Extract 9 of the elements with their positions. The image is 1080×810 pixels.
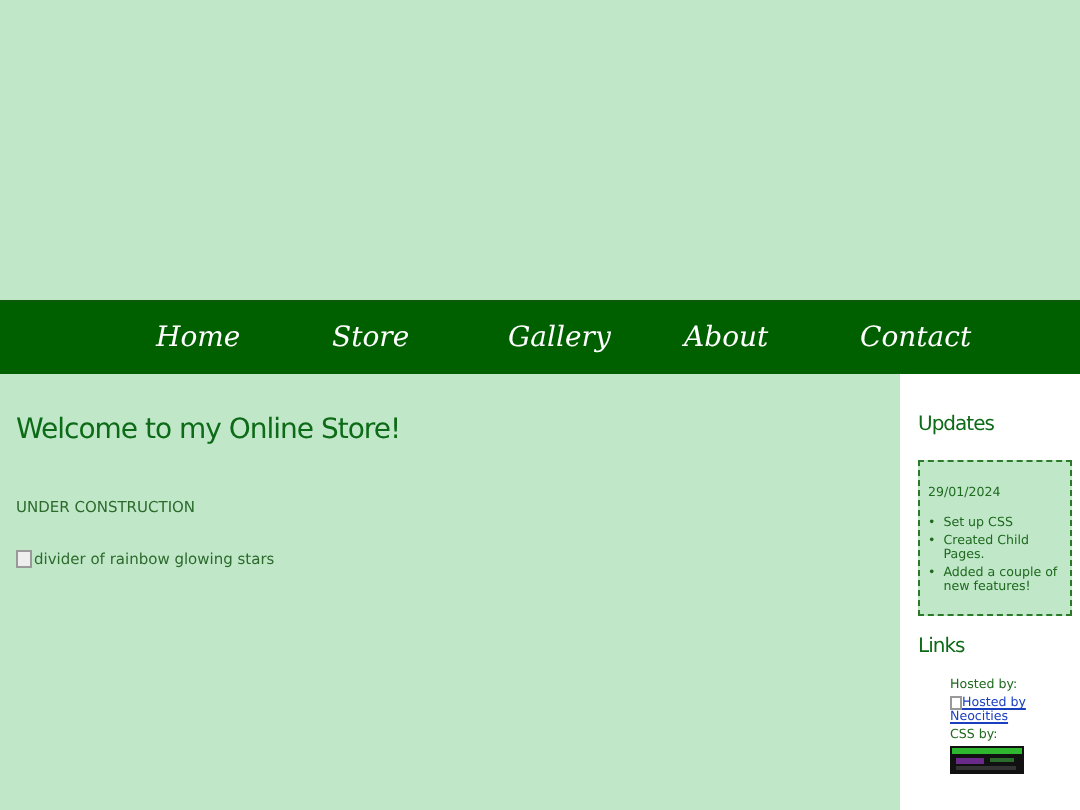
nav-link[interactable]: Store — [332, 322, 508, 354]
nav-link[interactable]: Gallery — [508, 322, 684, 354]
broken-image-icon — [16, 550, 32, 568]
nav-link[interactable]: Home — [156, 322, 332, 354]
nav-link[interactable]: Contact — [860, 322, 1036, 354]
page-heading: Welcome to my Online Store! — [16, 414, 403, 446]
nav-link[interactable]: About — [684, 322, 860, 354]
updates-heading: Updates — [918, 414, 996, 436]
links-heading: Links — [918, 636, 967, 658]
